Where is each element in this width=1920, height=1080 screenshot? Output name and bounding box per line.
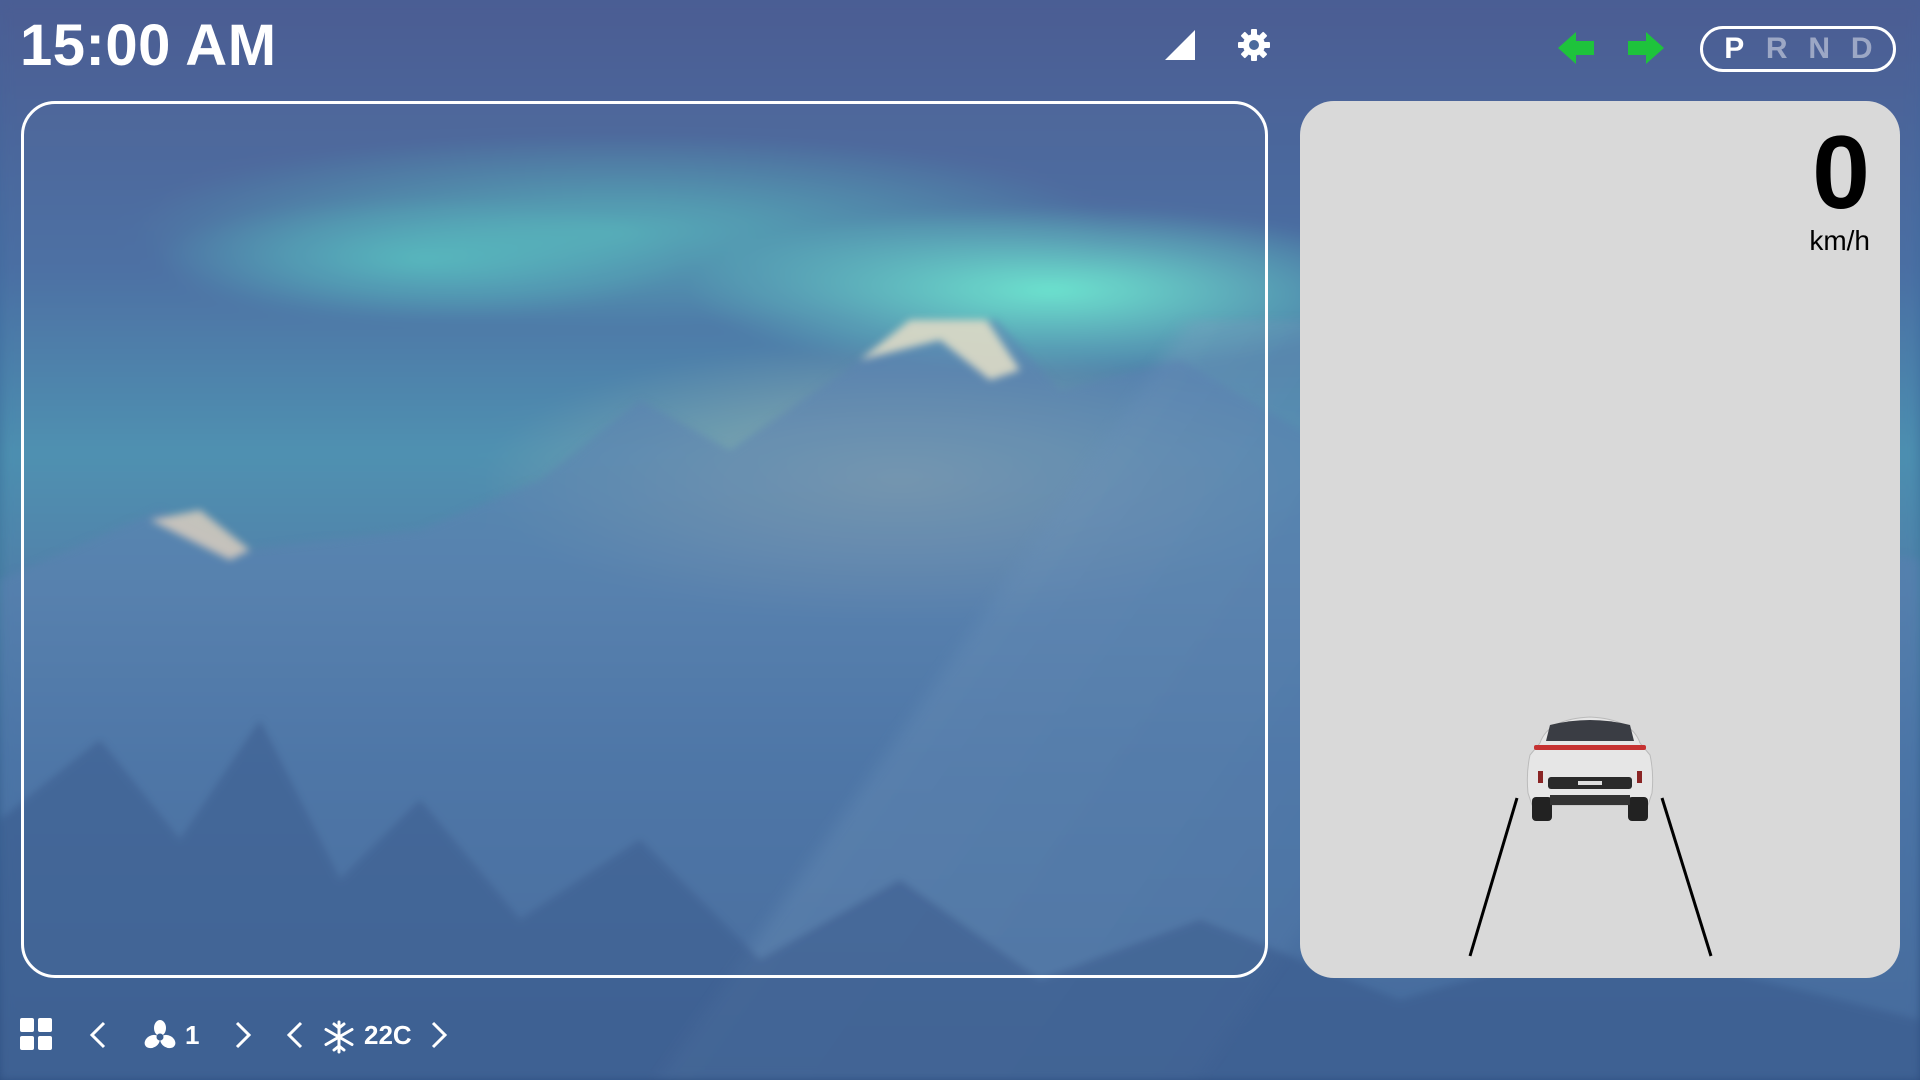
settings-gear-icon[interactable] <box>1237 28 1271 67</box>
fan-increase-chevron-right-icon[interactable] <box>233 1020 253 1055</box>
temp-decrease-chevron-left-icon[interactable] <box>285 1020 305 1055</box>
bottom-control-bar: 1 22C <box>0 1010 1920 1060</box>
gear-p[interactable]: P <box>1718 32 1750 66</box>
temperature-value: 22C <box>364 1020 412 1050</box>
fan-level: 1 <box>185 1020 200 1050</box>
speed-unit: km/h <box>1809 225 1870 256</box>
clock: 15:00 AM <box>20 13 277 78</box>
signal-icon <box>1163 28 1197 67</box>
speed-value: 0 <box>1812 115 1870 231</box>
gear-r[interactable]: R <box>1761 32 1793 66</box>
gear-d[interactable]: D <box>1846 32 1878 66</box>
apps-grid-icon[interactable] <box>20 1018 52 1055</box>
driving-view-panel: 0 km/h <box>1300 101 1900 978</box>
car-icon <box>1520 713 1660 828</box>
temp-increase-chevron-right-icon[interactable] <box>429 1020 449 1055</box>
gear-n[interactable]: N <box>1803 32 1835 66</box>
main-display-panel[interactable] <box>21 101 1268 978</box>
gear-selector[interactable]: P R N D <box>1700 26 1896 72</box>
turn-left-icon <box>1556 30 1596 71</box>
fan-decrease-chevron-left-icon[interactable] <box>88 1020 108 1055</box>
turn-right-icon <box>1626 30 1666 71</box>
snowflake-icon <box>322 1020 356 1059</box>
fan-icon <box>143 1020 177 1059</box>
